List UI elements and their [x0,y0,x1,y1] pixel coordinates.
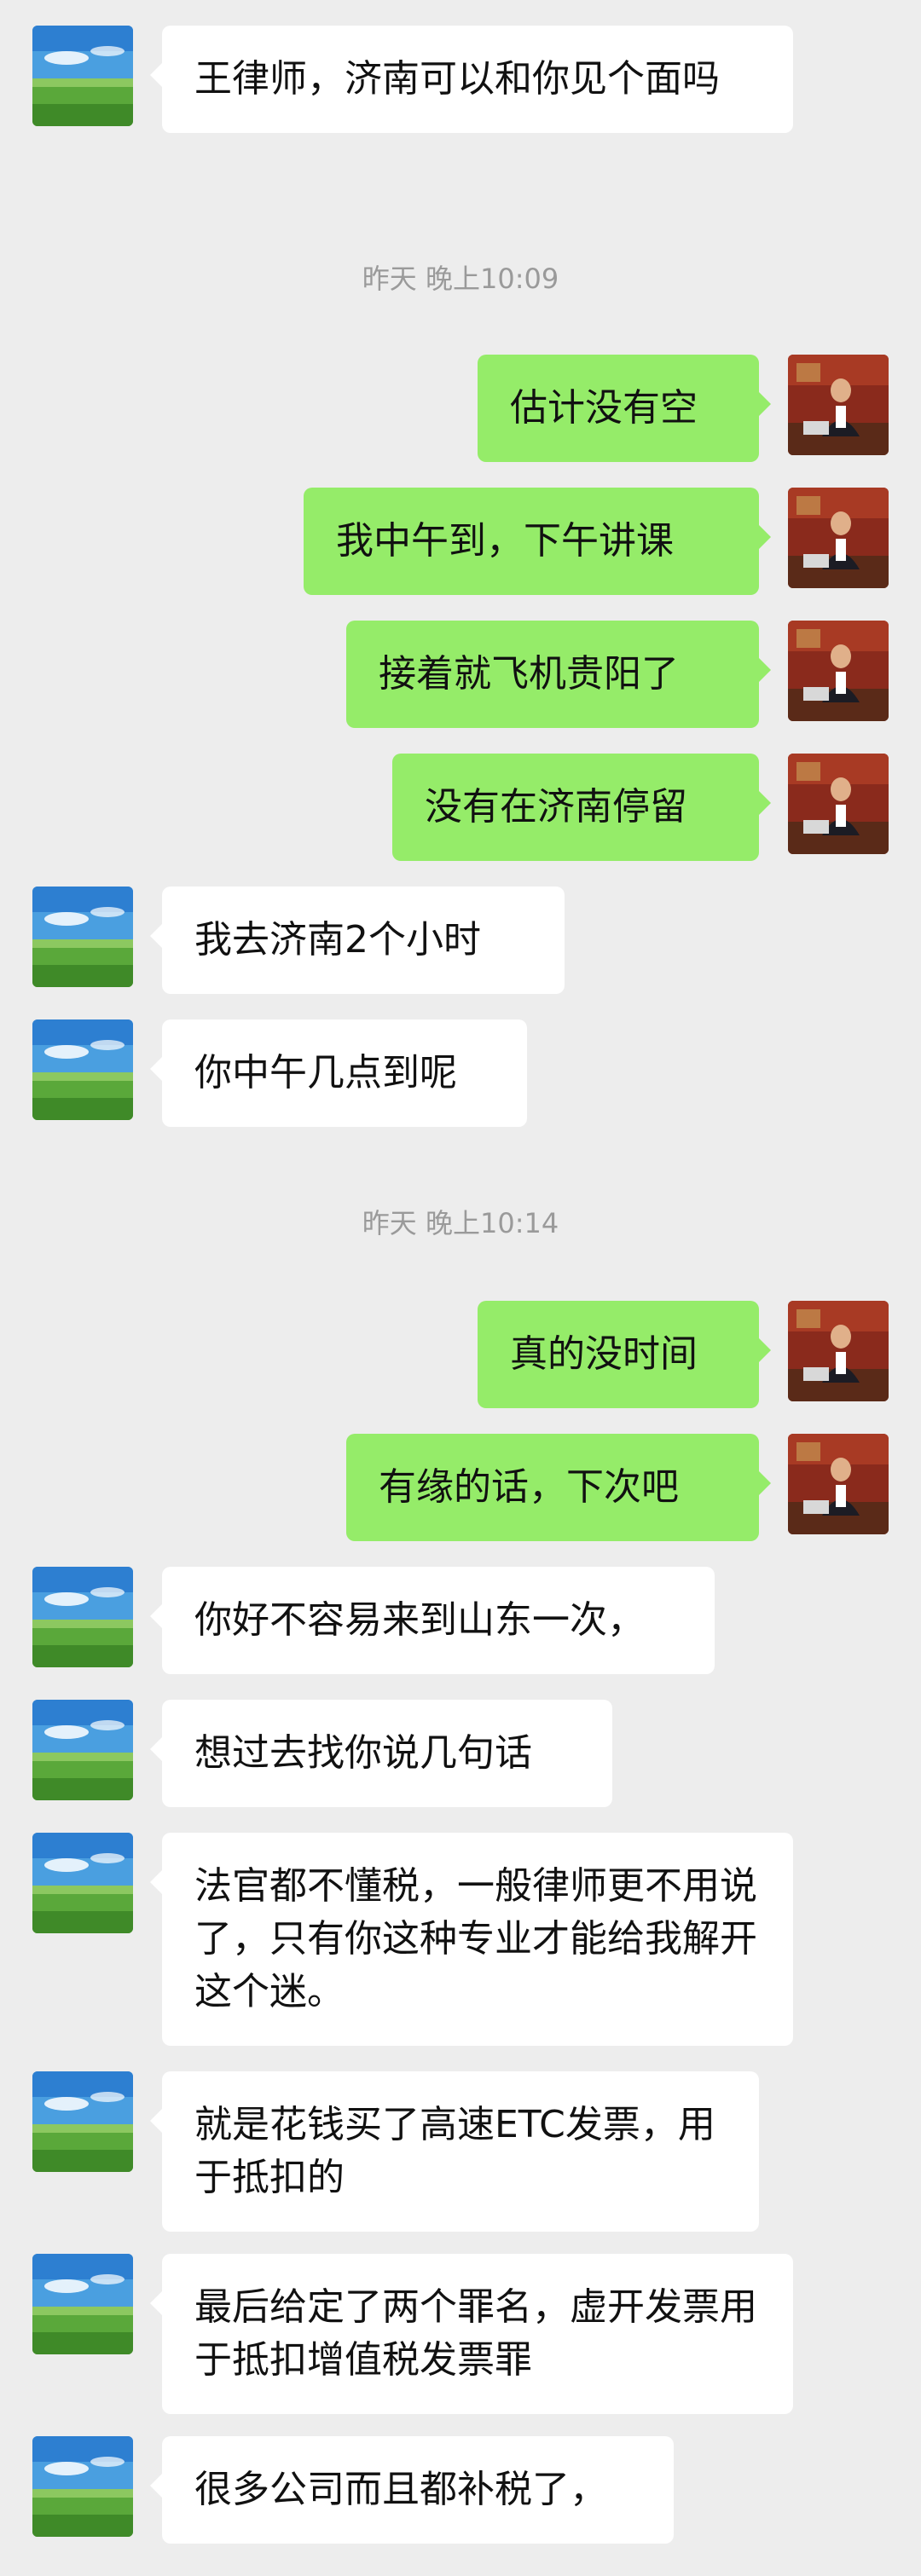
message-bubble[interactable]: 你好不容易来到山东一次， [150,1567,715,1674]
own-avatar[interactable] [788,621,889,721]
message-bubble[interactable]: 想过去找你说几句话 [150,1700,612,1807]
timestamp: 昨天 晚上10:09 [362,263,559,295]
contact-avatar[interactable] [32,1833,133,1933]
message-bubble[interactable]: 最后给定了两个罪名，虚开发票用于抵扣增值税发票罪 [150,2254,793,2414]
message-bubble[interactable]: 法官都不懂税，一般律师更不用说了，只有你这种专业才能给我解开这个迷。 [150,1833,793,2046]
message-bubble[interactable]: 有缘的话，下次吧 [346,1434,771,1541]
message-bubble[interactable]: 很多公司而且都补税了， [150,2436,674,2544]
timestamp: 昨天 晚上10:14 [362,1207,559,1239]
contact-avatar[interactable] [32,1700,133,1800]
message-bubble[interactable]: 我去济南2个小时 [150,887,565,994]
contact-avatar[interactable] [32,26,133,126]
message-bubble[interactable]: 就是花钱买了高速ETC发票，用于抵扣的 [150,2071,759,2232]
message-bubble[interactable]: 我中午到，下午讲课 [304,488,771,595]
message-bubble[interactable]: 接着就飞机贵阳了 [346,621,771,728]
chat-message-list[interactable]: 王律师，济南可以和你见个面吗 昨天 晚上10:09 估计没有空 我中午到，下午讲… [0,0,921,2576]
contact-avatar[interactable] [32,2071,133,2172]
own-avatar[interactable] [788,488,889,588]
message-bubble[interactable]: 估计没有空 [478,355,771,462]
message-bubble[interactable]: 你中午几点到呢 [150,1019,527,1127]
own-avatar[interactable] [788,355,889,455]
message-bubble[interactable]: 王律师，济南可以和你见个面吗 [150,26,793,133]
message-bubble[interactable]: 没有在济南停留 [392,754,771,861]
own-avatar[interactable] [788,754,889,854]
message-bubble[interactable]: 真的没时间 [478,1301,771,1408]
contact-avatar[interactable] [32,1567,133,1667]
contact-avatar[interactable] [32,2436,133,2537]
contact-avatar[interactable] [32,887,133,987]
contact-avatar[interactable] [32,1019,133,1120]
contact-avatar[interactable] [32,2254,133,2354]
own-avatar[interactable] [788,1301,889,1401]
own-avatar[interactable] [788,1434,889,1534]
